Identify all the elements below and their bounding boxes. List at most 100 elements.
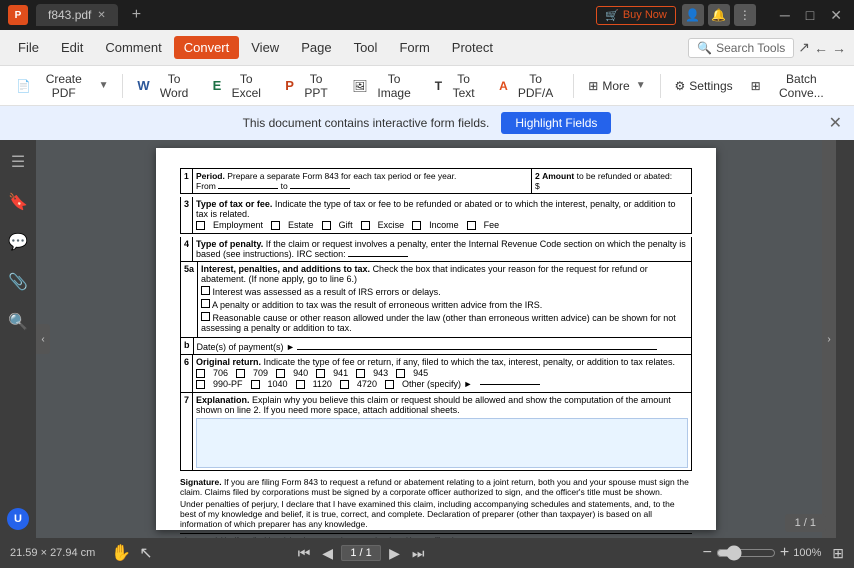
checkbox-1120[interactable] — [296, 380, 305, 389]
menu-page[interactable]: Page — [291, 36, 341, 59]
line6-text: Indicate the type of fee or return, if a… — [264, 357, 675, 367]
to-ppt-button[interactable]: P To PPT — [277, 68, 342, 104]
nav-next-button[interactable]: ▶ — [385, 543, 404, 564]
sidebar-search-icon[interactable]: 🔍 — [4, 308, 32, 336]
line1-bold-label: Period. — [196, 171, 225, 181]
menu-view[interactable]: View — [241, 36, 289, 59]
search-icon: 🔍 — [697, 41, 712, 55]
checkbox-940[interactable] — [276, 369, 285, 378]
line4-row: 4 Type of penalty. If the claim or reque… — [180, 237, 692, 262]
to-excel-button[interactable]: E To Excel — [205, 68, 276, 104]
page-input[interactable] — [341, 545, 381, 561]
menu-form[interactable]: Form — [389, 36, 439, 59]
checkbox-709[interactable] — [236, 369, 245, 378]
checkbox-other[interactable] — [385, 380, 394, 389]
label-4720: 4720 — [357, 379, 377, 389]
zoom-out-button[interactable]: − — [703, 544, 712, 562]
line1-from-field[interactable] — [218, 188, 278, 189]
checkbox-706[interactable] — [196, 369, 205, 378]
more-options-icon[interactable]: ⋮ — [734, 4, 756, 26]
label-fee: Fee — [484, 220, 500, 230]
to-pdfa-label: To PDF/A — [512, 72, 560, 100]
line7-explanation-field[interactable] — [196, 418, 688, 468]
to-text-button[interactable]: T To Text — [427, 68, 489, 104]
collapse-right-button[interactable]: › — [822, 140, 836, 538]
menu-convert[interactable]: Convert — [174, 36, 240, 59]
create-pdf-button[interactable]: 📄 Create PDF ▼ — [8, 68, 116, 104]
batch-convert-button[interactable]: ⊞ Batch Conve... — [743, 68, 846, 104]
line2-text: to be refunded or abated: — [577, 171, 672, 181]
sidebar-comment-icon[interactable]: 💬 — [4, 228, 32, 256]
checkbox-943[interactable] — [356, 369, 365, 378]
nav-first-button[interactable]: ⏮ — [294, 543, 315, 564]
line5b-text: Date(s) of payment(s) ► — [197, 342, 295, 352]
signature-col1: Signature (Title, if applicable. Claims … — [180, 536, 604, 538]
external-link-button[interactable]: ↗ — [798, 39, 810, 56]
checkbox-income[interactable] — [412, 221, 421, 230]
tab-close-button[interactable]: ✕ — [97, 10, 105, 21]
checkbox-1040[interactable] — [251, 380, 260, 389]
settings-button[interactable]: ⚙ Settings — [667, 75, 741, 97]
zoom-in-button[interactable]: + — [780, 544, 789, 562]
signature-perjury-text: Under penalties of perjury, I declare th… — [180, 499, 692, 529]
line4-irc-field[interactable] — [348, 256, 408, 257]
line5a-content: Interest, penalties, and additions to ta… — [198, 262, 691, 337]
checkbox-990pf[interactable] — [196, 380, 205, 389]
back-button[interactable]: ← — [814, 40, 828, 56]
other-specify-field[interactable] — [480, 384, 540, 385]
new-tab-button[interactable]: + — [126, 6, 147, 24]
checkbox-gift[interactable] — [322, 221, 331, 230]
sidebar-menu-icon[interactable]: ☰ — [7, 148, 29, 176]
nav-last-button[interactable]: ⏭ — [408, 543, 429, 564]
line5a-item1: Interest was assessed as a result of IRS… — [201, 286, 688, 297]
more-label: More — [602, 79, 629, 93]
menu-tool[interactable]: Tool — [344, 36, 388, 59]
buy-now-button[interactable]: 🛒 Buy Now — [596, 6, 676, 25]
checkbox-reasonable-cause[interactable] — [201, 312, 210, 321]
line4-bold: Type of penalty. — [196, 239, 263, 249]
checkbox-941[interactable] — [316, 369, 325, 378]
checkbox-4720[interactable] — [340, 380, 349, 389]
menu-bar: File Edit Comment Convert View Page Tool… — [0, 30, 854, 66]
notification-close-button[interactable]: ✕ — [829, 113, 842, 133]
checkbox-erroneous-advice[interactable] — [201, 299, 210, 308]
close-button[interactable]: ✕ — [826, 7, 846, 24]
line5b-field[interactable] — [297, 340, 657, 350]
maximize-button[interactable]: □ — [802, 7, 818, 23]
cursor-select-icon: ↖ — [139, 543, 152, 563]
search-tools[interactable]: 🔍 Search Tools — [688, 38, 794, 58]
to-word-button[interactable]: W To Word — [129, 68, 202, 104]
minimize-button[interactable]: ─ — [776, 7, 794, 23]
fit-page-button[interactable]: ⊞ — [832, 545, 844, 562]
checkbox-945[interactable] — [396, 369, 405, 378]
sidebar-attachment-icon[interactable]: 📎 — [4, 268, 32, 296]
menu-comment[interactable]: Comment — [95, 36, 171, 59]
forward-button[interactable]: → — [832, 40, 846, 56]
more-button[interactable]: ⊞ More ▼ — [580, 75, 653, 97]
menu-file[interactable]: File — [8, 36, 49, 59]
zoom-slider[interactable] — [716, 545, 776, 561]
label-941: 941 — [333, 368, 348, 378]
checkbox-estate[interactable] — [271, 221, 280, 230]
checkbox-employment[interactable] — [196, 221, 205, 230]
line4-content: Type of penalty. If the claim or request… — [193, 237, 691, 261]
to-pdfa-button[interactable]: A To PDF/A — [491, 68, 567, 104]
date1-label: Date — [612, 536, 692, 538]
menu-edit[interactable]: Edit — [51, 36, 93, 59]
highlight-fields-button[interactable]: Highlight Fields — [501, 112, 611, 134]
menu-protect[interactable]: Protect — [442, 36, 503, 59]
batch-convert-label: Batch Conve... — [765, 72, 838, 100]
tab[interactable]: f843.pdf ✕ — [36, 4, 118, 26]
label-1120: 1120 — [313, 379, 332, 389]
nav-prev-button[interactable]: ◀ — [318, 543, 337, 564]
sidebar-bookmark-icon[interactable]: 🔖 — [4, 188, 32, 216]
to-image-button[interactable]: 🖼 To Image — [344, 68, 425, 104]
checkbox-irs-errors[interactable] — [201, 286, 210, 295]
checkbox-excise[interactable] — [361, 221, 370, 230]
line7-number: 7 — [181, 393, 193, 470]
line5a-bold: Interest, penalties, and additions to ta… — [201, 264, 370, 274]
collapse-sidebar-button[interactable]: ‹ — [36, 324, 50, 354]
line1-to-field[interactable] — [290, 188, 350, 189]
checkbox-fee[interactable] — [467, 221, 476, 230]
line3-bold: Type of tax or fee. — [196, 199, 272, 209]
